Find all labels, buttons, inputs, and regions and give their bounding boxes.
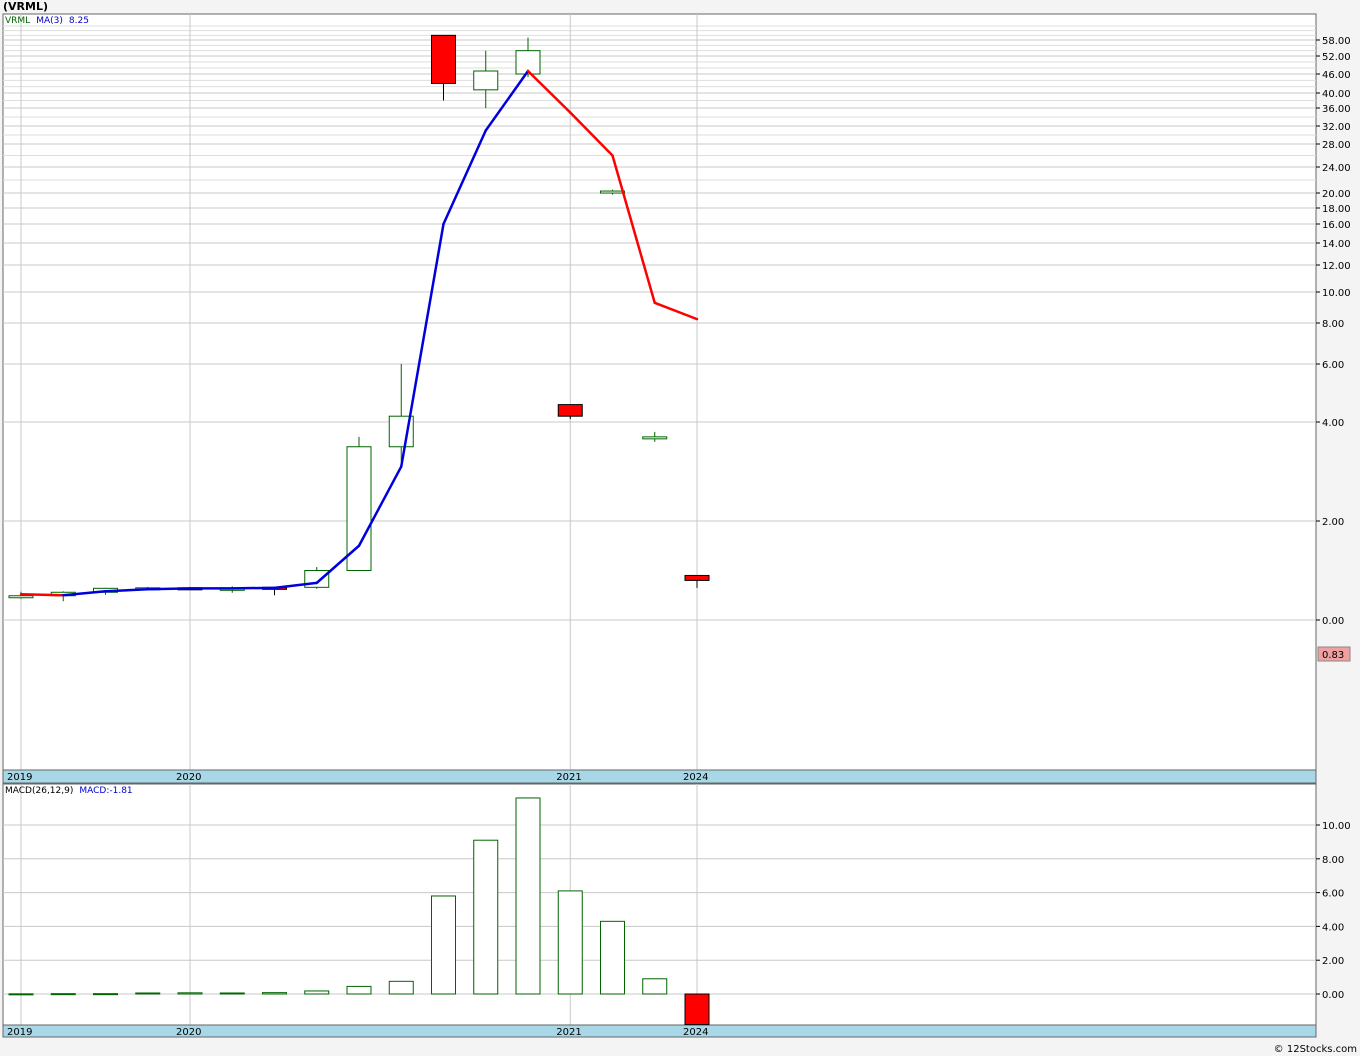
macd-legend-value: MACD:-1.81 (79, 786, 133, 796)
macd-tick-label: 2.00 (1322, 956, 1344, 967)
macd-bar (219, 992, 245, 995)
x-axis-label: 2019 (7, 772, 32, 783)
macd-bar (93, 993, 118, 996)
macd-bar (262, 992, 287, 995)
macd-bar (642, 978, 668, 995)
candle-body (431, 34, 456, 84)
page-title: (VRML) (3, 0, 48, 13)
x-axis-label: 2021 (556, 772, 581, 783)
macd-bar (304, 990, 330, 995)
price-tick-label: 20.00 (1322, 189, 1351, 200)
ma-line-segment (146, 587, 192, 591)
macd-bar (388, 980, 414, 995)
macd-bar (8, 993, 34, 996)
last-price-tag-label: 0.83 (1322, 650, 1344, 661)
price-tick-label: 18.00 (1322, 204, 1351, 215)
candle-body (600, 190, 625, 194)
macd-bar (557, 890, 583, 995)
macd-bar (431, 895, 456, 995)
macd-bar (600, 920, 625, 995)
macd-tick-label: 0.00 (1322, 990, 1344, 1001)
macd-bar (684, 993, 710, 1026)
candle-body (642, 436, 668, 440)
price-tick-label: 28.00 (1322, 140, 1351, 151)
price-tick-label: 58.00 (1322, 36, 1351, 47)
price-tick-label: 10.00 (1322, 288, 1351, 299)
price-tick-label: 46.00 (1322, 70, 1351, 81)
macd-bar (515, 797, 541, 995)
macd-tick-label: 6.00 (1322, 889, 1344, 900)
legend-symbol: VRML (5, 16, 31, 26)
macd-legend-label: MACD(26,12,9) (5, 786, 74, 796)
x-axis-label-macd: 2019 (7, 1027, 32, 1038)
price-tick-label: 8.00 (1322, 319, 1344, 330)
price-tick-label: 32.00 (1322, 122, 1351, 133)
macd-bar (177, 992, 203, 995)
price-tick-label: 16.00 (1322, 220, 1351, 231)
macd-bar (346, 985, 372, 995)
price-tick-label: 14.00 (1322, 239, 1351, 250)
price-tick-label: 2.00 (1322, 517, 1344, 528)
price-tick-label: 24.00 (1322, 163, 1351, 174)
macd-bar (473, 839, 499, 995)
watermark: © 12Stocks.com (1273, 1044, 1357, 1055)
x-axis-label-macd: 2020 (176, 1027, 201, 1038)
ma-line-segment (19, 593, 65, 597)
legend-ma-label: MA(3) (36, 16, 63, 26)
x-axis-label: 2020 (176, 772, 201, 783)
candle-body (684, 574, 710, 581)
macd-bar (50, 993, 76, 996)
macd-tick-label: 4.00 (1322, 922, 1344, 933)
price-panel-frame (2, 13, 1317, 771)
price-tick-label: 4.00 (1322, 418, 1344, 429)
price-tick-label: 0.00 (1322, 616, 1344, 627)
x-axis-label-macd: 2021 (556, 1027, 581, 1038)
chart-canvas: 58.00 52.00 46.00 40.00 36.00 32.00 28.00 24.00… (0, 0, 1360, 1056)
candle-body (8, 595, 34, 599)
price-legend: VRML MA(3) 8.25 (5, 16, 95, 26)
price-tick-label: 40.00 (1322, 89, 1351, 100)
price-tick-label: 36.00 (1322, 104, 1351, 115)
candle-body (557, 404, 583, 417)
x-axis-label-macd: 2024 (683, 1027, 708, 1038)
x-axis-label: 2024 (683, 772, 708, 783)
price-tick-label: 12.00 (1322, 261, 1351, 272)
macd-tick-label: 8.00 (1322, 855, 1344, 866)
macd-tick-label: 10.00 (1322, 821, 1351, 832)
price-tick-label: 6.00 (1322, 360, 1344, 371)
macd-bar (135, 992, 161, 995)
legend-ma-value: 8.25 (68, 16, 89, 26)
candle-body (473, 70, 499, 91)
macd-legend: MACD(26,12,9) MACD:-1.81 (5, 786, 139, 796)
price-tick-label: 52.00 (1322, 52, 1351, 63)
